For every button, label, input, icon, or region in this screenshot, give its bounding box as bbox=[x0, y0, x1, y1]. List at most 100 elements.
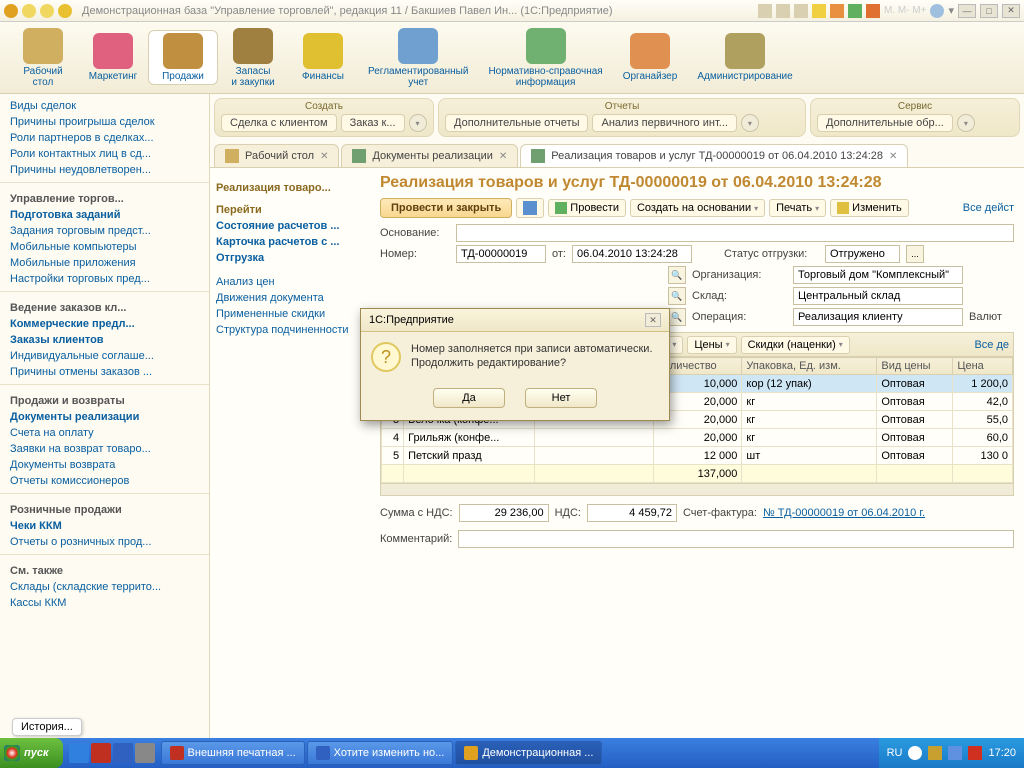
grid-header[interactable]: Цена bbox=[953, 358, 1013, 375]
save-tool-button[interactable] bbox=[516, 198, 544, 218]
nav-link[interactable]: Документы возврата bbox=[0, 457, 209, 473]
grid-cell[interactable]: 1 200,0 bbox=[953, 375, 1013, 393]
grid-cell[interactable]: 20,000 bbox=[653, 429, 742, 447]
doc-nav-link[interactable]: Анализ цен bbox=[216, 274, 364, 290]
grid-cell[interactable]: Петский празд bbox=[404, 447, 535, 465]
clipboard-icon[interactable] bbox=[794, 4, 808, 18]
grid-cell[interactable] bbox=[535, 447, 653, 465]
close-button[interactable]: ✕ bbox=[1002, 4, 1020, 18]
grid-cell[interactable]: 42,0 bbox=[953, 393, 1013, 411]
star-icon[interactable] bbox=[812, 4, 826, 18]
nav-link[interactable]: Мобильные приложения bbox=[0, 255, 209, 271]
ship-status-input[interactable] bbox=[825, 245, 900, 263]
nav-link[interactable]: Отчеты комиссионеров bbox=[0, 473, 209, 489]
find-1[interactable]: 🔍 bbox=[668, 266, 686, 284]
grid-cell[interactable]: 60,0 bbox=[953, 429, 1013, 447]
primary-analysis-button[interactable]: Анализ первичного инт... bbox=[592, 114, 736, 132]
print-icon[interactable] bbox=[776, 4, 790, 18]
main-tab-0[interactable]: Рабочийстол bbox=[8, 26, 78, 90]
nav-link[interactable]: Чеки ККМ bbox=[0, 518, 209, 534]
nav-link[interactable]: Роли партнеров в сделках... bbox=[0, 130, 209, 146]
create-based-button[interactable]: Создать на основании▾ bbox=[630, 199, 765, 217]
lang-indicator[interactable]: RU bbox=[887, 747, 903, 759]
doc-nav-link[interactable]: Карточка расчетов с ... bbox=[216, 234, 364, 250]
grid-cell[interactable] bbox=[535, 429, 653, 447]
grid-cell[interactable]: кг bbox=[742, 429, 877, 447]
all-actions-link[interactable]: Все дейст bbox=[963, 202, 1014, 214]
task-button-2[interactable]: Демонстрационная ... bbox=[455, 741, 602, 765]
link-icon[interactable] bbox=[830, 4, 844, 18]
doc-nav-link[interactable]: Структура подчиненности bbox=[216, 322, 364, 338]
main-tab-6[interactable]: Нормативно-справочнаяинформация bbox=[478, 26, 612, 90]
tab-0[interactable]: Рабочий стол✕ bbox=[214, 144, 339, 167]
invoice-link[interactable]: № ТД-00000019 от 06.04.2010 г. bbox=[763, 507, 925, 519]
addl-reports-button[interactable]: Дополнительные отчеты bbox=[445, 114, 588, 132]
find-2[interactable]: 🔍 bbox=[668, 287, 686, 305]
tab-close-icon[interactable]: ✕ bbox=[320, 151, 328, 162]
nav-link[interactable]: Индивидуальные соглаше... bbox=[0, 348, 209, 364]
fav-icon[interactable] bbox=[58, 4, 72, 18]
nav-link[interactable]: Виды сделок bbox=[0, 98, 209, 114]
doc-nav-link[interactable]: Движения документа bbox=[216, 290, 364, 306]
comment-input[interactable] bbox=[458, 530, 1014, 548]
history-button[interactable]: История... bbox=[12, 718, 82, 736]
nav-link[interactable]: Причины отмены заказов ... bbox=[0, 364, 209, 380]
grid-cell[interactable]: 55,0 bbox=[953, 411, 1013, 429]
calendar-icon[interactable] bbox=[866, 4, 880, 18]
operation-input[interactable] bbox=[793, 308, 963, 326]
minimize-button[interactable]: — bbox=[958, 4, 976, 18]
grid-header[interactable]: Вид цены bbox=[877, 358, 953, 375]
doc-nav-link[interactable]: Отгрузка bbox=[216, 250, 364, 266]
grid-cell[interactable]: Оптовая bbox=[877, 393, 953, 411]
nav-fwd-icon[interactable] bbox=[40, 4, 54, 18]
service-more-button[interactable]: ▾ bbox=[957, 114, 975, 132]
org-input[interactable] bbox=[793, 266, 963, 284]
ie-icon[interactable] bbox=[69, 743, 89, 763]
no-button[interactable]: Нет bbox=[525, 388, 597, 408]
grid-cell[interactable]: Оптовая bbox=[877, 411, 953, 429]
post-button[interactable]: Провести bbox=[548, 199, 626, 217]
prices-button[interactable]: Цены▾ bbox=[687, 336, 736, 354]
ql-icon-4[interactable] bbox=[135, 743, 155, 763]
reports-more-button[interactable]: ▾ bbox=[741, 114, 759, 132]
ql-icon-2[interactable] bbox=[91, 743, 111, 763]
nav-link[interactable]: Причины проигрыша сделок bbox=[0, 114, 209, 130]
nav-link[interactable]: Коммерческие предл... bbox=[0, 316, 209, 332]
doc-nav-link[interactable]: Состояние расчетов ... bbox=[216, 218, 364, 234]
nav-link[interactable]: Заявки на возврат товаро... bbox=[0, 441, 209, 457]
save-icon[interactable] bbox=[758, 4, 772, 18]
nav-link[interactable]: Документы реализации bbox=[0, 409, 209, 425]
date-input[interactable] bbox=[572, 245, 692, 263]
nav-link[interactable]: Склады (складские террито... bbox=[0, 579, 209, 595]
main-tab-2[interactable]: Продажи bbox=[148, 30, 218, 85]
nav-link[interactable]: Роли контактных лиц в сд... bbox=[0, 146, 209, 162]
nav-link[interactable]: Счета на оплату bbox=[0, 425, 209, 441]
grid-cell[interactable]: кор (12 упак) bbox=[742, 375, 877, 393]
grid-cell[interactable]: 12 000 bbox=[653, 447, 742, 465]
tray-icon-3[interactable] bbox=[948, 746, 962, 760]
grid-cell[interactable]: 130 0 bbox=[953, 447, 1013, 465]
create-more-button[interactable]: ▾ bbox=[409, 114, 427, 132]
info-icon[interactable] bbox=[930, 4, 944, 18]
nav-link[interactable]: Отчеты о розничных прод... bbox=[0, 534, 209, 550]
task-button-0[interactable]: Внешняя печатная ... bbox=[161, 741, 305, 765]
dialog-close-button[interactable]: ✕ bbox=[645, 313, 661, 327]
grid-cell[interactable]: кг bbox=[742, 393, 877, 411]
tray-icon-4[interactable] bbox=[968, 746, 982, 760]
doc-nav-link[interactable]: Примененные скидки bbox=[216, 306, 364, 322]
task-button-1[interactable]: Хотите изменить но... bbox=[307, 741, 454, 765]
tab-2[interactable]: Реализация товаров и услуг ТД-00000019 о… bbox=[520, 144, 908, 167]
find-3[interactable]: 🔍 bbox=[668, 308, 686, 326]
yes-button[interactable]: Да bbox=[433, 388, 505, 408]
nav-link[interactable]: Кассы ККМ bbox=[0, 595, 209, 611]
grid-cell[interactable]: Грильяж (конфе... bbox=[404, 429, 535, 447]
nav-link[interactable]: Настройки торговых пред... bbox=[0, 271, 209, 287]
grid-cell[interactable]: Оптовая bbox=[877, 447, 953, 465]
grid-header[interactable]: Упаковка, Ед. изм. bbox=[742, 358, 877, 375]
nav-link[interactable]: Подготовка заданий bbox=[0, 207, 209, 223]
tray-icon-2[interactable] bbox=[928, 746, 942, 760]
basis-input[interactable] bbox=[456, 224, 1014, 242]
main-tab-4[interactable]: Финансы bbox=[288, 31, 358, 84]
main-tab-3[interactable]: Запасыи закупки bbox=[218, 26, 288, 90]
ship-status-select[interactable]: ... bbox=[906, 245, 924, 263]
